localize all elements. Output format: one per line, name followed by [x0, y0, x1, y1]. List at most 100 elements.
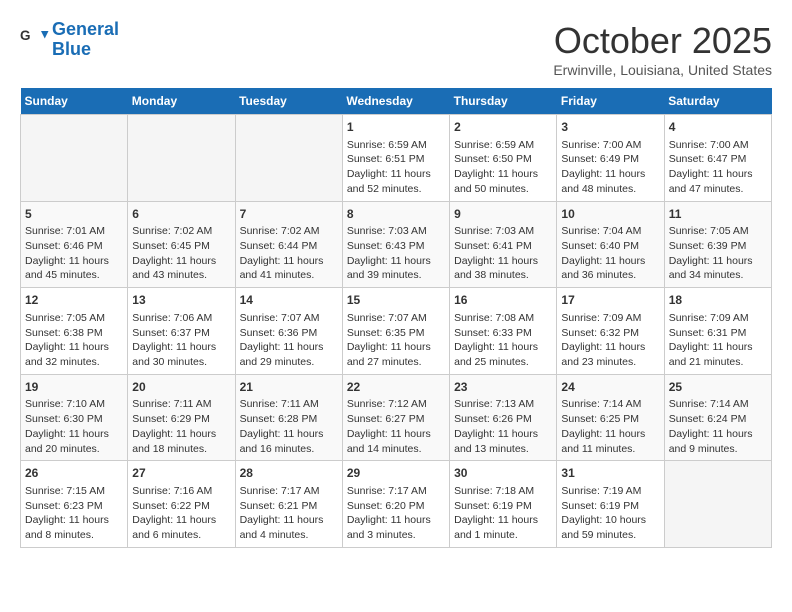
- day-number: 15: [347, 292, 445, 309]
- sunrise-text: Sunrise: 7:04 AM: [561, 225, 641, 237]
- calendar-cell: 24Sunrise: 7:14 AMSunset: 6:25 PMDayligh…: [557, 374, 664, 461]
- calendar-cell: 25Sunrise: 7:14 AMSunset: 6:24 PMDayligh…: [664, 374, 771, 461]
- calendar-cell: 16 Sunrise: 7:08 AM Sunset: 6:33 PM Dayligh…: [450, 288, 557, 375]
- sunrise-text: Sunrise: 7:14 AM: [669, 398, 749, 410]
- sunset-text: Sunset: 6:21 PM: [240, 500, 318, 512]
- sunrise-text: Sunrise: 7:06 AM: [132, 312, 212, 324]
- sunset-text: Sunset: 6:29 PM: [132, 413, 210, 425]
- calendar-cell: [235, 115, 342, 202]
- day-number: 17: [561, 292, 659, 309]
- sunset-text: Sunset: 6:19 PM: [561, 500, 639, 512]
- day-number: 14: [240, 292, 338, 309]
- calendar-cell: 3Sunrise: 7:00 AMSunset: 6:49 PMDaylight…: [557, 115, 664, 202]
- calendar-cell: [664, 461, 771, 548]
- sunrise-text: Sunrise: 6:59 AM: [454, 139, 534, 151]
- calendar-cell: 5Sunrise: 7:01 AMSunset: 6:46 PMDaylight…: [21, 201, 128, 288]
- calendar-cell: 10Sunrise: 7:04 AMSunset: 6:40 PMDayligh…: [557, 201, 664, 288]
- sunrise-text: Sunrise: 7:09 AM: [561, 312, 641, 324]
- sunset-text: Sunset: 6:25 PM: [561, 413, 639, 425]
- sunrise-text: Sunrise: 7:09 AM: [669, 312, 749, 324]
- calendar-cell: 4Sunrise: 7:00 AMSunset: 6:47 PMDaylight…: [664, 115, 771, 202]
- daylight-label: Daylight: 10 hours and 59 minutes.: [561, 514, 646, 541]
- calendar-cell: 21Sunrise: 7:11 AMSunset: 6:28 PMDayligh…: [235, 374, 342, 461]
- sunrise-text: Sunrise: 7:05 AM: [669, 225, 749, 237]
- title-block: October 2025 Erwinville, Louisiana, Unit…: [553, 20, 772, 78]
- daylight-label: Daylight: 11 hours and 8 minutes.: [25, 514, 109, 541]
- sunrise-text: Sunrise: 7:12 AM: [347, 398, 427, 410]
- logo: G General Blue: [20, 20, 119, 60]
- sunset-text: Sunset: 6:30 PM: [25, 413, 103, 425]
- calendar-cell: 7Sunrise: 7:02 AMSunset: 6:44 PMDaylight…: [235, 201, 342, 288]
- sunrise-text: Sunrise: 7:02 AM: [132, 225, 212, 237]
- daylight-label: Daylight: 11 hours and 23 minutes.: [561, 341, 645, 368]
- sunset-text: Sunset: 6:33 PM: [454, 327, 532, 339]
- sunrise-text: Sunrise: 7:16 AM: [132, 485, 212, 497]
- daylight-label: Daylight: 11 hours and 6 minutes.: [132, 514, 216, 541]
- daylight-label: Daylight: 11 hours and 41 minutes.: [240, 255, 324, 282]
- day-number: 23: [454, 379, 552, 396]
- sunrise-text: Sunrise: 7:01 AM: [25, 225, 105, 237]
- calendar-cell: 1Sunrise: 6:59 AMSunset: 6:51 PMDaylight…: [342, 115, 449, 202]
- day-number: 13: [132, 292, 230, 309]
- weekday-header: Wednesday: [342, 88, 449, 115]
- calendar-cell: 14 Sunrise: 7:07 AM Sunset: 6:36 PM Dayligh…: [235, 288, 342, 375]
- sunrise-text: Sunrise: 7:07 AM: [240, 312, 320, 324]
- calendar-week-row: 19Sunrise: 7:10 AMSunset: 6:30 PMDayligh…: [21, 374, 772, 461]
- weekday-header: Saturday: [664, 88, 771, 115]
- sunrise-text: Sunrise: 7:05 AM: [25, 312, 105, 324]
- calendar-cell: 26Sunrise: 7:15 AMSunset: 6:23 PMDayligh…: [21, 461, 128, 548]
- calendar-cell: 17 Sunrise: 7:09 AM Sunset: 6:32 PM Dayligh…: [557, 288, 664, 375]
- sunrise-text: Sunrise: 7:00 AM: [669, 139, 749, 151]
- daylight-label: Daylight: 11 hours and 50 minutes.: [454, 168, 538, 195]
- sunset-text: Sunset: 6:23 PM: [25, 500, 103, 512]
- calendar-cell: [128, 115, 235, 202]
- daylight-label: Daylight: 11 hours and 52 minutes.: [347, 168, 431, 195]
- daylight-label: Daylight: 11 hours and 45 minutes.: [25, 255, 109, 282]
- day-number: 22: [347, 379, 445, 396]
- calendar-cell: 8Sunrise: 7:03 AMSunset: 6:43 PMDaylight…: [342, 201, 449, 288]
- sunset-text: Sunset: 6:50 PM: [454, 153, 532, 165]
- sunrise-text: Sunrise: 7:03 AM: [454, 225, 534, 237]
- day-number: 18: [669, 292, 767, 309]
- sunrise-text: Sunrise: 7:10 AM: [25, 398, 105, 410]
- sunset-text: Sunset: 6:36 PM: [240, 327, 318, 339]
- day-number: 9: [454, 206, 552, 223]
- sunrise-text: Sunrise: 7:00 AM: [561, 139, 641, 151]
- daylight-label: Daylight: 11 hours and 39 minutes.: [347, 255, 431, 282]
- calendar-cell: 28Sunrise: 7:17 AMSunset: 6:21 PMDayligh…: [235, 461, 342, 548]
- day-number: 10: [561, 206, 659, 223]
- weekday-header-row: SundayMondayTuesdayWednesdayThursdayFrid…: [21, 88, 772, 115]
- sunrise-text: Sunrise: 7:08 AM: [454, 312, 534, 324]
- day-number: 16: [454, 292, 552, 309]
- daylight-label: Daylight: 11 hours and 29 minutes.: [240, 341, 324, 368]
- sunset-text: Sunset: 6:24 PM: [669, 413, 747, 425]
- sunset-text: Sunset: 6:41 PM: [454, 240, 532, 252]
- calendar-week-row: 1Sunrise: 6:59 AMSunset: 6:51 PMDaylight…: [21, 115, 772, 202]
- calendar-cell: 11Sunrise: 7:05 AMSunset: 6:39 PMDayligh…: [664, 201, 771, 288]
- calendar-week-row: 5Sunrise: 7:01 AMSunset: 6:46 PMDaylight…: [21, 201, 772, 288]
- day-number: 24: [561, 379, 659, 396]
- sunrise-text: Sunrise: 6:59 AM: [347, 139, 427, 151]
- calendar-cell: [21, 115, 128, 202]
- logo-general: General: [52, 19, 119, 39]
- day-number: 28: [240, 465, 338, 482]
- calendar-cell: 9Sunrise: 7:03 AMSunset: 6:41 PMDaylight…: [450, 201, 557, 288]
- calendar-cell: 2Sunrise: 6:59 AMSunset: 6:50 PMDaylight…: [450, 115, 557, 202]
- day-number: 6: [132, 206, 230, 223]
- day-number: 27: [132, 465, 230, 482]
- calendar-cell: 23Sunrise: 7:13 AMSunset: 6:26 PMDayligh…: [450, 374, 557, 461]
- calendar-cell: 22Sunrise: 7:12 AMSunset: 6:27 PMDayligh…: [342, 374, 449, 461]
- sunrise-text: Sunrise: 7:11 AM: [132, 398, 211, 410]
- daylight-label: Daylight: 11 hours and 25 minutes.: [454, 341, 538, 368]
- daylight-label: Daylight: 11 hours and 9 minutes.: [669, 428, 753, 455]
- sunrise-text: Sunrise: 7:03 AM: [347, 225, 427, 237]
- daylight-label: Daylight: 11 hours and 13 minutes.: [454, 428, 538, 455]
- sunrise-text: Sunrise: 7:17 AM: [347, 485, 427, 497]
- weekday-header: Sunday: [21, 88, 128, 115]
- calendar-cell: 20Sunrise: 7:11 AMSunset: 6:29 PMDayligh…: [128, 374, 235, 461]
- calendar-week-row: 26Sunrise: 7:15 AMSunset: 6:23 PMDayligh…: [21, 461, 772, 548]
- weekday-header: Thursday: [450, 88, 557, 115]
- sunset-text: Sunset: 6:32 PM: [561, 327, 639, 339]
- sunset-text: Sunset: 6:37 PM: [132, 327, 210, 339]
- sunset-text: Sunset: 6:51 PM: [347, 153, 425, 165]
